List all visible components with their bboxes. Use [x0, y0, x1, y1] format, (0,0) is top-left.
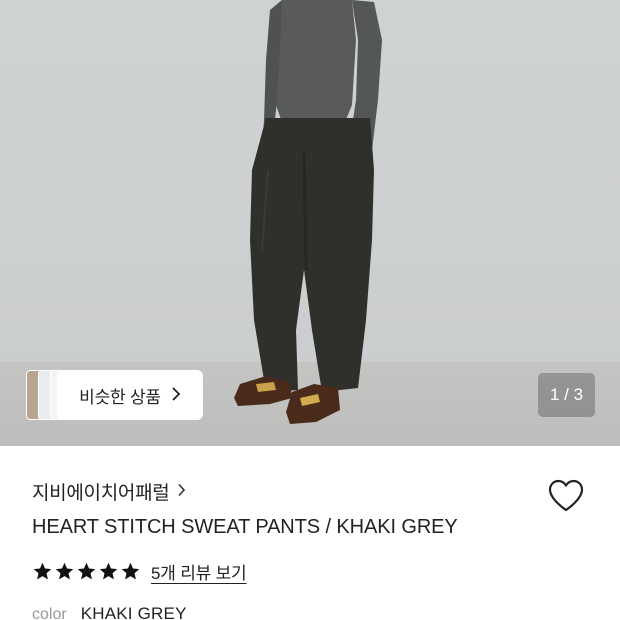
chevron-right-icon: [171, 386, 181, 405]
color-row: color KHAKI GREY: [32, 604, 187, 620]
star-filled-icon: [33, 562, 52, 580]
product-title: HEART STITCH SWEAT PANTS / KHAKI GREY: [32, 516, 458, 538]
similar-products-label: 비슷한 상품: [79, 387, 161, 407]
star-filled-icon: [55, 562, 74, 580]
color-label: color: [32, 606, 67, 620]
rating-row: 5개 리뷰 보기: [32, 559, 247, 584]
heart-outline-icon[interactable]: [545, 475, 587, 517]
similar-products-button[interactable]: 비슷한 상품: [57, 370, 203, 420]
view-reviews-link[interactable]: 5개 리뷰 보기: [151, 559, 247, 584]
star-filled-icon: [121, 562, 140, 580]
brand-link[interactable]: 지비에이치어패럴: [32, 478, 186, 505]
star-filled-icon: [77, 562, 96, 580]
brand-name: 지비에이치어패럴: [32, 483, 170, 504]
image-pager: 1 / 3: [538, 373, 595, 417]
star-filled-icon: [99, 562, 118, 580]
product-image-carousel[interactable]: 비슷한 상품 1 / 3: [0, 0, 620, 446]
rating-stars: [32, 561, 141, 582]
chevron-right-icon: [177, 481, 186, 502]
similar-products-chip[interactable]: 비슷한 상품: [24, 370, 204, 420]
color-value: KHAKI GREY: [80, 604, 187, 620]
